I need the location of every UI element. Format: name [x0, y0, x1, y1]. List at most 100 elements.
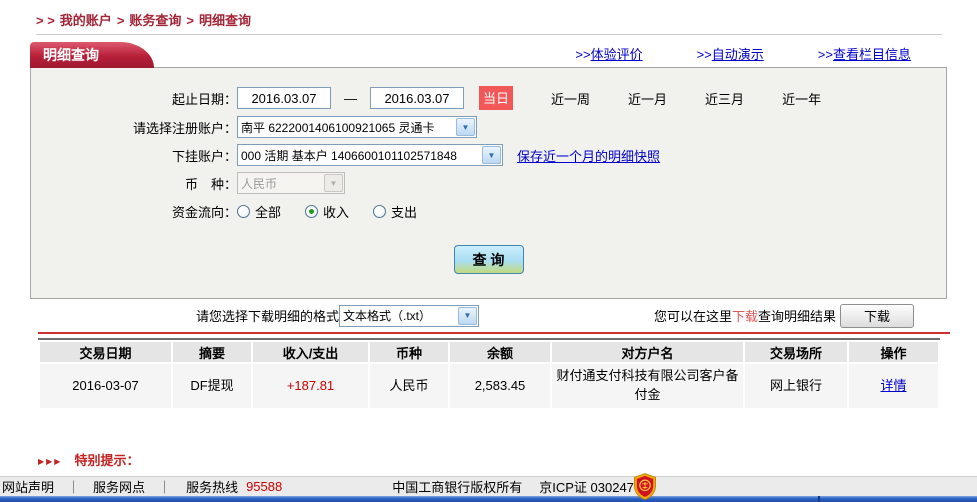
download-hint-prefix: 您可以在这里	[654, 306, 732, 325]
link-prefix: >>	[697, 47, 712, 62]
range-last-week-link[interactable]: 近一周	[551, 89, 590, 108]
footer-separator: ｜	[67, 477, 80, 496]
download-inline-link[interactable]: 下载	[732, 306, 758, 325]
link-label: 查看栏目信息	[833, 47, 911, 62]
link-prefix: >>	[818, 47, 833, 62]
cell-channel: 网上银行	[745, 364, 847, 408]
sub-account-select[interactable]: 000 活期 基本户 1406600101102571848 ▼	[237, 144, 503, 166]
date-range-row: 起止日期： — 当日 近一周 近一月 近三月 近一年	[31, 86, 946, 110]
query-form-panel: 起止日期： — 当日 近一周 近一月 近三月 近一年 请选择注册账户： 南平 6…	[30, 67, 947, 299]
radio-circle-icon	[237, 205, 250, 218]
download-hint-suffix: 查询明细结果	[758, 306, 836, 325]
range-last-month-link[interactable]: 近一月	[628, 89, 667, 108]
footer-link-service-outlets[interactable]: 服务网点	[93, 477, 145, 496]
radio-flow-all[interactable]: 全部	[237, 202, 281, 221]
download-format-label: 请您选择下载明细的格式	[196, 306, 339, 325]
currency-row: 币 种： 人民币 ▼	[31, 172, 946, 194]
footer-bar: 网站声明 ｜ 服务网点 ｜ 服务热线 95588 中国工商银行版权所有 京ICP…	[0, 476, 977, 496]
breadcrumb-item-my-account[interactable]: 我的账户	[60, 13, 112, 28]
footer-hotline-number: 95588	[246, 479, 282, 494]
registered-account-row: 请选择注册账户： 南平 6222001406100921065 灵通卡 ▼	[31, 116, 946, 138]
today-button[interactable]: 当日	[479, 86, 513, 110]
selected-currency-value: 人民币	[238, 175, 323, 192]
query-button[interactable]: 查 询	[454, 245, 524, 274]
link-label: 自动演示	[712, 47, 764, 62]
notice-title-row: ▶▶▶ 特别提示：	[38, 450, 977, 469]
save-monthly-snapshot-link[interactable]: 保存近一个月的明细快照	[517, 146, 660, 165]
registered-account-label: 请选择注册账户：	[31, 118, 237, 137]
breadcrumb-prefix: > >	[36, 13, 55, 28]
dropdown-arrow-icon: ▼	[458, 307, 477, 325]
cell-balance: 2,583.45	[450, 364, 550, 408]
registered-account-select[interactable]: 南平 6222001406100921065 灵通卡 ▼	[237, 116, 477, 138]
cell-currency: 人民币	[370, 364, 448, 408]
download-row: 请您选择下载明细的格式 文本格式（.txt） ▼ 您可以在这里 下载 查询明细结…	[30, 302, 947, 329]
triple-arrow-icon: ▶▶▶	[38, 457, 62, 466]
footer-icp-number: 京ICP证 030247号	[539, 477, 647, 496]
cell-transaction-date: 2016-03-07	[40, 364, 171, 408]
link-experience-evaluation[interactable]: >>体验评价	[575, 44, 642, 63]
header-transaction-date: 交易日期	[40, 342, 171, 362]
fund-flow-label: 资金流向：	[31, 202, 237, 221]
cell-counterparty: 财付通支付科技有限公司客户备付金	[552, 364, 743, 408]
divider	[36, 34, 942, 35]
date-to-input[interactable]	[370, 87, 464, 109]
footer-hotline-label: 服务热线	[186, 477, 238, 496]
download-hint-group: 您可以在这里 下载 查询明细结果 下载	[654, 304, 947, 328]
download-format-select[interactable]: 文本格式（.txt） ▼	[339, 305, 479, 327]
cell-summary: DF提现	[173, 364, 251, 408]
download-button[interactable]: 下载	[840, 304, 914, 328]
radio-circle-icon	[373, 205, 386, 218]
link-view-column-info[interactable]: >>查看栏目信息	[818, 44, 911, 63]
query-button-row: 查 询	[31, 245, 946, 274]
range-last-year-link[interactable]: 近一年	[782, 89, 821, 108]
radio-flow-income[interactable]: 收入	[305, 202, 349, 221]
cell-amount: +187.81	[253, 364, 368, 408]
footer-copyright: 中国工商银行版权所有	[392, 477, 522, 496]
date-from-input[interactable]	[237, 87, 331, 109]
radio-circle-icon	[305, 205, 318, 218]
table-header-row: 交易日期 摘要 收入/支出 币种 余额 对方户名 交易场所 操作	[40, 342, 938, 362]
sub-account-row: 下挂账户： 000 活期 基本户 1406600101102571848 ▼ 保…	[31, 144, 946, 166]
footer: 网站声明 ｜ 服务网点 ｜ 服务热线 95588 中国工商银行版权所有 京ICP…	[0, 476, 977, 502]
tab-detail-query[interactable]: 明细查询	[30, 42, 154, 68]
sub-account-label: 下挂账户：	[31, 146, 237, 165]
currency-label: 币 种：	[31, 174, 237, 193]
dropdown-arrow-icon: ▼	[456, 118, 475, 136]
top-links: >>体验评价 >>自动演示 >>查看栏目信息	[575, 44, 911, 63]
currency-select-disabled: 人民币 ▼	[237, 172, 345, 194]
security-badge-icon[interactable]	[633, 473, 657, 500]
selected-account-value: 南平 6222001406100921065 灵通卡	[238, 119, 455, 136]
link-label: 体验评价	[591, 47, 643, 62]
radio-flow-expense-label: 支出	[391, 202, 417, 221]
header-action: 操作	[849, 342, 938, 362]
range-last-3-months-link[interactable]: 近三月	[705, 89, 744, 108]
radio-flow-income-label: 收入	[323, 202, 349, 221]
fund-flow-row: 资金流向： 全部 收入 支出	[31, 200, 946, 222]
header-currency: 币种	[370, 342, 448, 362]
breadcrumb-separator: >	[186, 13, 194, 28]
notice-title: 特别提示：	[74, 453, 139, 468]
selected-sub-account-value: 000 活期 基本户 1406600101102571848	[238, 147, 481, 164]
date-range-label: 起止日期：	[31, 89, 237, 108]
breadcrumb-item-account-query[interactable]: 账务查询	[129, 13, 181, 28]
header-summary: 摘要	[173, 342, 251, 362]
footer-link-site-statement[interactable]: 网站声明	[2, 477, 54, 496]
icbc-transaction-detail-page: > >我的账户>账务查询>明细查询 明细查询 >>体验评价 >>自动演示 >>查…	[0, 0, 977, 502]
breadcrumb: > > 我的账户 > 账务查询 > 明细查询	[0, 0, 977, 29]
tab-row: 明细查询 >>体验评价 >>自动演示 >>查看栏目信息	[30, 41, 947, 67]
breadcrumb-separator: >	[117, 13, 125, 28]
radio-flow-expense[interactable]: 支出	[373, 202, 417, 221]
footer-separator: ｜	[158, 477, 171, 496]
selected-format-value: 文本格式（.txt）	[340, 307, 457, 324]
footer-blue-bar	[0, 496, 977, 502]
result-table: 交易日期 摘要 收入/支出 币种 余额 对方户名 交易场所 操作 2016-03…	[38, 338, 940, 410]
link-auto-demo[interactable]: >>自动演示	[697, 44, 764, 63]
breadcrumb-item-detail-query[interactable]: 明细查询	[199, 13, 251, 28]
header-income-expense: 收入/支出	[253, 342, 368, 362]
radio-flow-all-label: 全部	[255, 202, 281, 221]
red-divider	[38, 332, 950, 334]
dropdown-arrow-icon: ▼	[482, 146, 501, 164]
table-row: 2016-03-07 DF提现 +187.81 人民币 2,583.45 财付通…	[40, 364, 938, 408]
detail-link[interactable]: 详情	[880, 378, 906, 393]
